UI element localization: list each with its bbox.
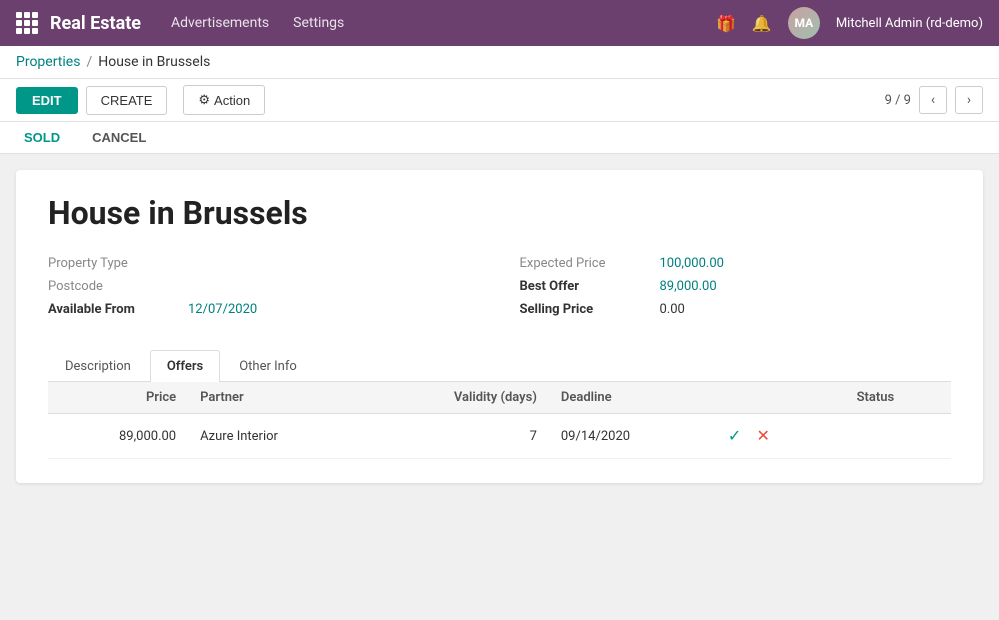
fields-left: Property Type Postcode Available From 12…	[48, 256, 480, 325]
available-from-label: Available From	[48, 302, 188, 317]
app-brand: Real Estate	[50, 13, 141, 34]
action-button[interactable]: ⚙ Action	[183, 85, 265, 115]
expected-price-label: Expected Price	[520, 256, 660, 271]
offer-price: 89,000.00	[48, 414, 188, 459]
user-label: Mitchell Admin (rd-demo)	[836, 16, 983, 31]
form-card: House in Brussels Property Type Postcode…	[16, 170, 983, 483]
status-bar: SOLD CANCEL	[0, 122, 999, 154]
offer-deadline: 09/14/2020	[549, 414, 710, 459]
create-button[interactable]: CREATE	[86, 86, 168, 115]
next-button[interactable]: ›	[955, 86, 983, 114]
best-offer-row: Best Offer 89,000.00	[520, 279, 952, 294]
action-button-label: Action	[214, 93, 250, 108]
topnav-right: 🎁 🔔 MA Mitchell Admin (rd-demo)	[716, 7, 983, 39]
col-actions	[710, 382, 845, 414]
table-header-row: Price Partner Validity (days) Deadline S…	[48, 382, 951, 414]
gift-icon[interactable]: 🎁	[716, 14, 736, 33]
postcode-row: Postcode	[48, 279, 480, 294]
breadcrumb: Properties / House in Brussels	[0, 46, 999, 79]
postcode-label: Postcode	[48, 279, 188, 294]
avatar[interactable]: MA	[788, 7, 820, 39]
tab-description[interactable]: Description	[48, 350, 148, 382]
nav-arrows: 9 / 9 ‹ ›	[885, 86, 983, 114]
col-deadline: Deadline	[549, 382, 710, 414]
grid-menu-icon[interactable]	[16, 12, 38, 34]
property-type-label: Property Type	[48, 256, 188, 271]
topnav: Real Estate Advertisements Settings 🎁 🔔 …	[0, 0, 999, 46]
breadcrumb-parent[interactable]: Properties	[16, 54, 80, 70]
property-type-row: Property Type	[48, 256, 480, 271]
best-offer-value: 89,000.00	[660, 279, 717, 294]
nav-link-advertisements[interactable]: Advertisements	[171, 15, 269, 31]
col-price: Price	[48, 382, 188, 414]
gear-icon: ⚙	[198, 92, 210, 108]
offer-validity: 7	[364, 414, 549, 459]
selling-price-row: Selling Price 0.00	[520, 302, 952, 317]
main-content: House in Brussels Property Type Postcode…	[0, 154, 999, 499]
best-offer-label: Best Offer	[520, 279, 660, 294]
available-from-row: Available From 12/07/2020	[48, 302, 480, 317]
col-partner: Partner	[188, 382, 364, 414]
refuse-offer-button[interactable]: ✕	[750, 424, 775, 448]
offers-table: Price Partner Validity (days) Deadline S…	[48, 382, 951, 459]
tab-other-info[interactable]: Other Info	[222, 350, 314, 382]
offer-status	[845, 414, 951, 459]
selling-price-label: Selling Price	[520, 302, 660, 317]
bell-icon[interactable]: 🔔	[752, 14, 772, 33]
prev-button[interactable]: ‹	[919, 86, 947, 114]
sold-button[interactable]: SOLD	[16, 126, 68, 149]
col-validity: Validity (days)	[364, 382, 549, 414]
selling-price-value: 0.00	[660, 302, 685, 317]
topnav-links: Advertisements Settings	[171, 15, 716, 31]
edit-button[interactable]: EDIT	[16, 87, 78, 114]
expected-price-row: Expected Price 100,000.00	[520, 256, 952, 271]
available-from-value: 12/07/2020	[188, 302, 257, 317]
breadcrumb-current: House in Brussels	[98, 54, 210, 70]
col-status: Status	[845, 382, 951, 414]
property-title: House in Brussels	[48, 194, 951, 232]
nav-count: 9 / 9	[885, 93, 911, 108]
cancel-button[interactable]: CANCEL	[84, 126, 154, 149]
breadcrumb-separator: /	[86, 54, 92, 70]
action-bar: EDIT CREATE ⚙ Action 9 / 9 ‹ ›	[0, 79, 999, 122]
nav-link-settings[interactable]: Settings	[293, 15, 344, 31]
offer-partner: Azure Interior	[188, 414, 364, 459]
fields-right: Expected Price 100,000.00 Best Offer 89,…	[520, 256, 952, 325]
expected-price-value: 100,000.00	[660, 256, 724, 271]
tabs-row: Description Offers Other Info	[48, 349, 951, 382]
fields-row: Property Type Postcode Available From 12…	[48, 256, 951, 325]
table-row: 89,000.00 Azure Interior 7 09/14/2020 ✓ …	[48, 414, 951, 459]
offer-action-buttons: ✓ ✕	[710, 414, 845, 459]
accept-offer-button[interactable]: ✓	[722, 424, 747, 448]
tab-offers[interactable]: Offers	[150, 350, 220, 382]
